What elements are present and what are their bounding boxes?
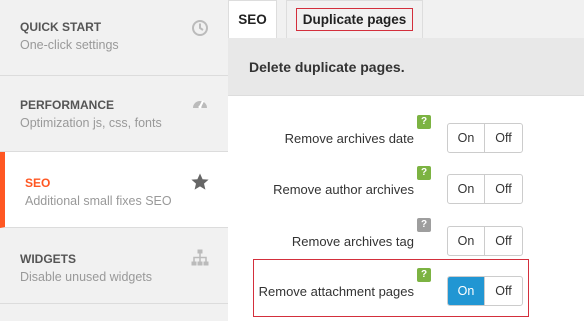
sitemap-icon — [190, 248, 210, 268]
option-label: Remove author archives — [273, 182, 414, 197]
star-icon — [190, 172, 210, 192]
sidebar-item-performance[interactable]: PERFORMANCE Optimization js, css, fonts — [0, 76, 228, 152]
toggle-on-button[interactable]: On — [448, 277, 486, 305]
help-icon[interactable]: ? — [417, 218, 431, 232]
toggle-on-button[interactable]: On — [448, 124, 486, 152]
option-label: Remove attachment pages — [258, 284, 414, 299]
tab-seo[interactable]: SEO — [228, 0, 277, 38]
options-list: Remove archives date ? On Off Remove aut… — [228, 96, 584, 321]
toggle-on-button[interactable]: On — [448, 175, 486, 203]
option-label: Remove archives tag — [291, 234, 414, 249]
sidebar-item-subtitle: Disable unused widgets — [20, 270, 153, 284]
on-off-toggle[interactable]: On Off — [447, 226, 523, 256]
sidebar: QUICK START One-click settings PERFORMAN… — [0, 0, 228, 321]
option-row-remove-archives-date: Remove archives date ? On Off — [228, 115, 584, 163]
toggle-off-button[interactable]: Off — [485, 175, 522, 203]
section-title: Delete duplicate pages. — [249, 59, 405, 75]
clock-icon — [190, 18, 210, 38]
on-off-toggle[interactable]: On Off — [447, 123, 523, 153]
sidebar-item-title: SEO — [25, 176, 51, 190]
option-label: Remove archives date — [284, 131, 414, 146]
sidebar-item-subtitle: Optimization js, css, fonts — [20, 116, 162, 130]
toggle-off-button[interactable]: Off — [485, 277, 522, 305]
sidebar-item-seo[interactable]: SEO Additional small fixes SEO — [0, 152, 228, 228]
on-off-toggle[interactable]: On Off — [447, 174, 523, 204]
toggle-off-button[interactable]: Off — [485, 227, 522, 255]
tab-label: Duplicate pages — [295, 8, 414, 31]
settings-panel: QUICK START One-click settings PERFORMAN… — [0, 0, 584, 321]
sidebar-item-subtitle: One-click settings — [20, 38, 119, 52]
speedometer-icon — [190, 94, 210, 114]
sidebar-item-subtitle: Additional small fixes SEO — [25, 194, 172, 208]
help-icon[interactable]: ? — [417, 115, 431, 129]
section-header: Delete duplicate pages. — [228, 38, 584, 96]
toggle-off-button[interactable]: Off — [485, 124, 522, 152]
sidebar-item-title: PERFORMANCE — [20, 98, 115, 112]
main-panel: SEO Duplicate pages Delete duplicate pag… — [228, 0, 584, 321]
on-off-toggle[interactable]: On Off — [447, 276, 523, 306]
tab-bar: SEO Duplicate pages — [228, 0, 584, 38]
sidebar-item-title: QUICK START — [20, 20, 102, 34]
option-row-remove-author-archives: Remove author archives ? On Off — [228, 166, 584, 214]
sidebar-item-widgets[interactable]: WIDGETS Disable unused widgets — [0, 228, 228, 304]
sidebar-item-quick-start[interactable]: QUICK START One-click settings — [0, 0, 228, 76]
tab-duplicate-pages[interactable]: Duplicate pages — [286, 0, 423, 38]
help-icon[interactable]: ? — [417, 268, 431, 282]
help-icon[interactable]: ? — [417, 166, 431, 180]
sidebar-item-title: WIDGETS — [20, 252, 76, 266]
option-row-remove-attachment-pages: Remove attachment pages ? On Off — [228, 268, 584, 316]
toggle-on-button[interactable]: On — [448, 227, 486, 255]
